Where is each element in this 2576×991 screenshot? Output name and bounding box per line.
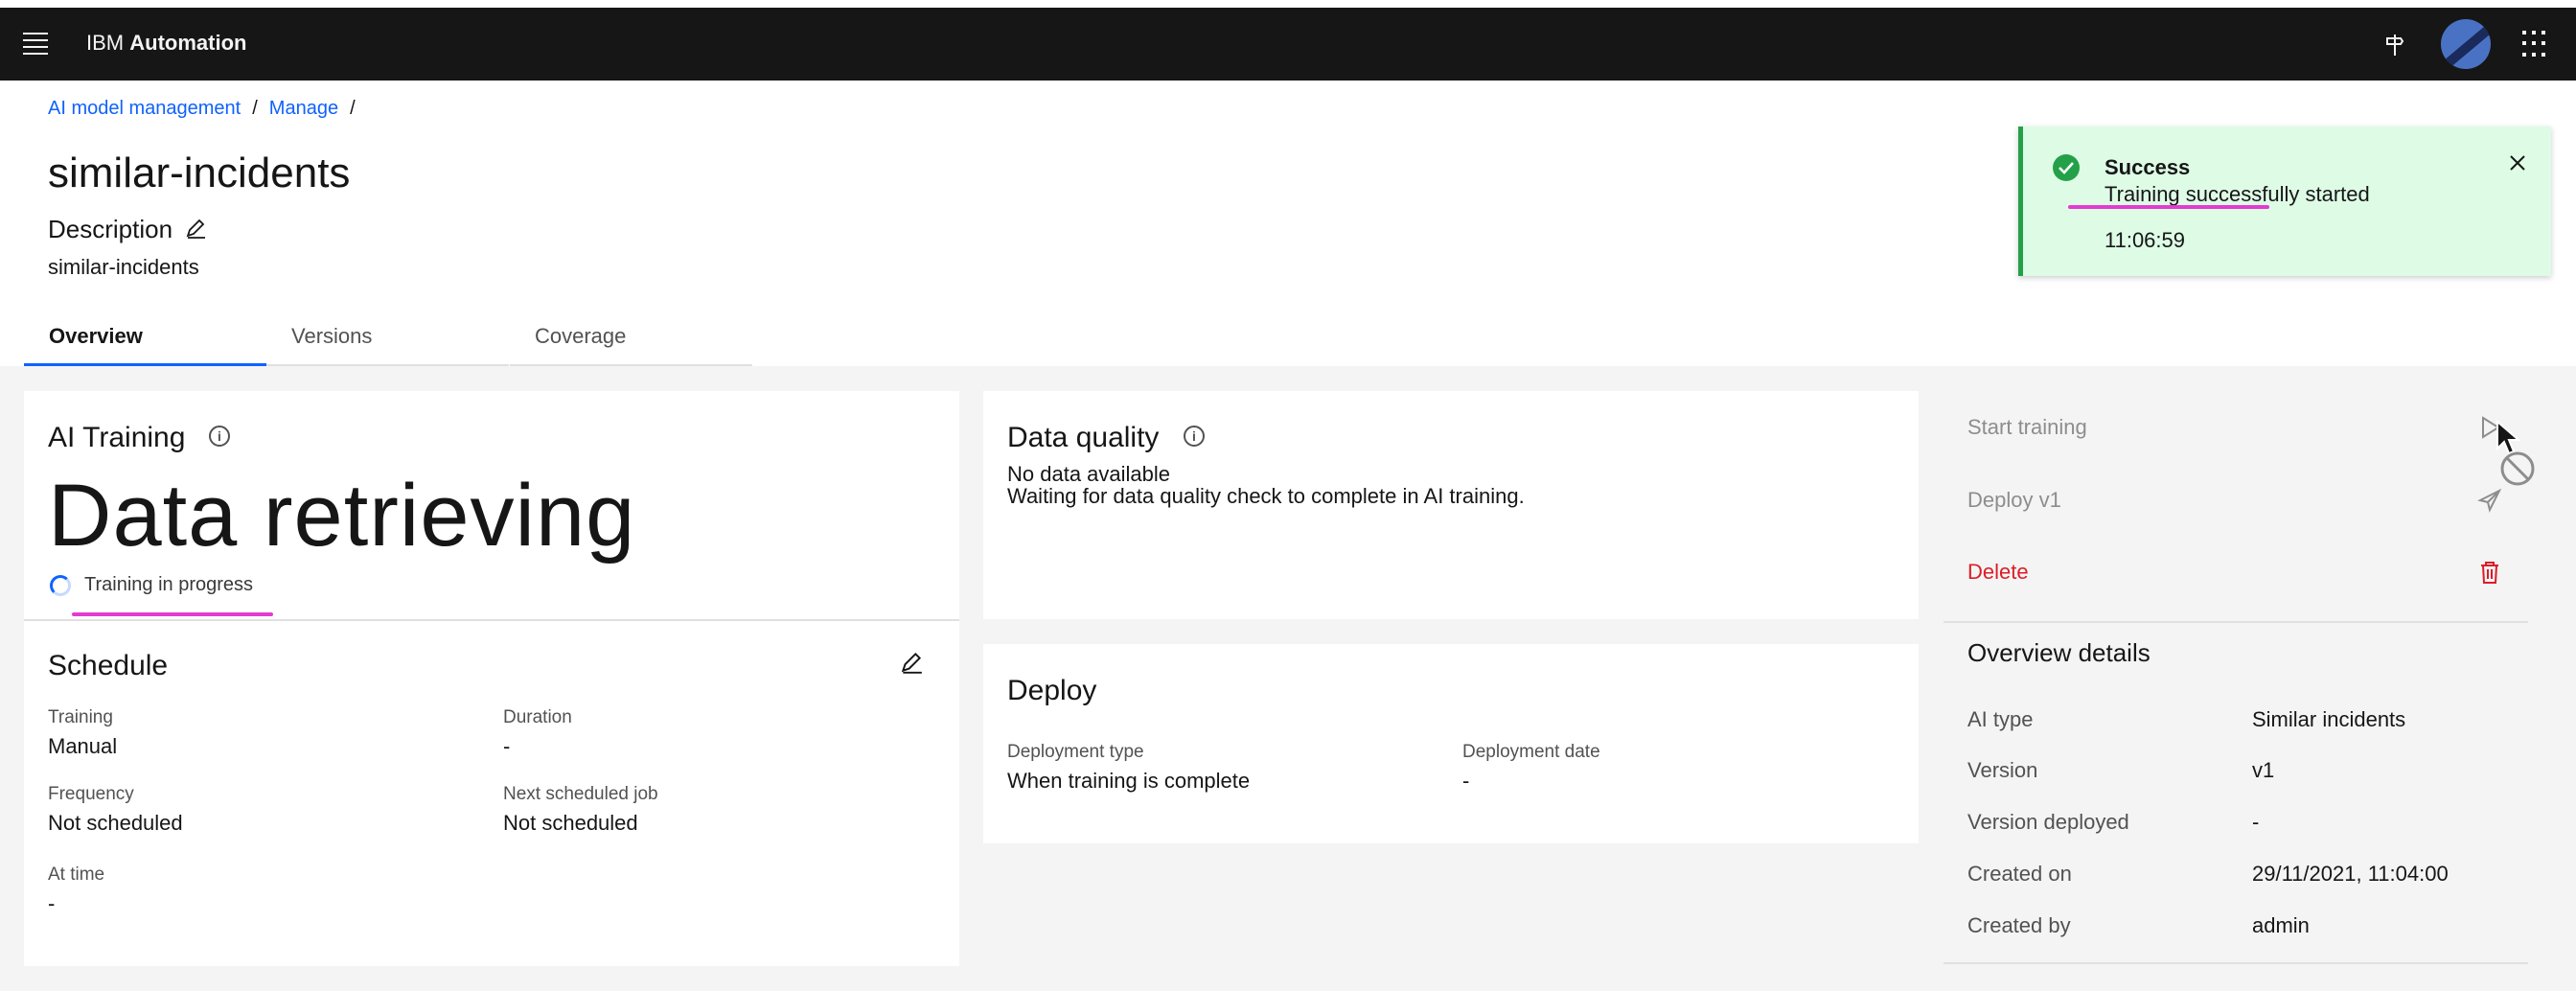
breadcrumb-separator: / — [350, 98, 356, 119]
schedule-duration-value: - — [503, 734, 511, 758]
deployment-date-label: Deployment date — [1462, 742, 1600, 762]
breadcrumb-separator: / — [252, 98, 258, 119]
schedule-training-value: Manual — [48, 734, 118, 758]
details-divider — [1944, 962, 2528, 964]
schedule-title: Schedule — [48, 650, 169, 681]
card-divider — [24, 619, 959, 621]
app-switcher-icon[interactable] — [2522, 31, 2549, 58]
toast-subtitle: Training successfully started — [2104, 182, 2370, 206]
loading-spinner-icon — [50, 575, 71, 596]
app-brand[interactable]: IBM Automation — [86, 31, 246, 56]
detail-created-on-value: 29/11/2021, 11:04:00 — [2252, 862, 2449, 886]
toast-title: Success — [2104, 155, 2191, 179]
info-icon[interactable]: i — [209, 426, 230, 447]
overview-details-title: Overview details — [1967, 638, 2150, 667]
breadcrumb: AI model management / Manage / — [48, 98, 367, 120]
detail-created-by-value: admin — [2252, 913, 2310, 937]
info-icon[interactable]: i — [1184, 426, 1205, 447]
brand-prefix: IBM — [86, 31, 125, 55]
user-avatar[interactable] — [2441, 19, 2491, 69]
hamburger-menu-icon[interactable] — [23, 33, 50, 56]
trash-icon — [2481, 562, 2498, 584]
schedule-at-time-value: - — [48, 891, 56, 915]
data-quality-message: Waiting for data quality check to comple… — [1007, 484, 1525, 508]
schedule-frequency-label: Frequency — [48, 784, 134, 804]
success-toast: Success Training successfully started 11… — [2018, 127, 2551, 276]
description-label: Description — [48, 215, 173, 243]
detail-created-by-label: Created by — [1967, 913, 2071, 937]
detail-version-deployed-label: Version deployed — [1967, 810, 2129, 834]
close-icon[interactable] — [2506, 151, 2529, 174]
checkmark-filled-icon — [2053, 154, 2080, 181]
training-progress-label: Training in progress — [84, 574, 254, 595]
top-navigation-bar: IBM Automation — [0, 8, 2576, 81]
tab-versions[interactable]: Versions — [266, 318, 509, 366]
schedule-at-time-label: At time — [48, 864, 105, 885]
toast-timestamp: 11:06:59 — [2104, 228, 2186, 252]
breadcrumb-link-ai-model-management[interactable]: AI model management — [48, 98, 241, 119]
detail-version-label: Version — [1967, 758, 2038, 782]
schedule-training-label: Training — [48, 707, 113, 727]
edit-schedule-icon[interactable] — [899, 650, 924, 675]
detail-ai-type-label: AI type — [1967, 707, 2034, 731]
detail-ai-type-value: Similar incidents — [2252, 707, 2406, 731]
schedule-next-job-value: Not scheduled — [503, 811, 638, 835]
highlight-underline — [72, 612, 273, 616]
not-allowed-icon — [2500, 451, 2535, 486]
tab-list: Overview Versions Coverage — [24, 318, 752, 366]
delete-button[interactable]: Delete — [1967, 560, 2029, 585]
brand-name: Automation — [129, 31, 247, 55]
deployment-type-label: Deployment type — [1007, 742, 1144, 762]
actions-divider — [1944, 621, 2528, 623]
schedule-frequency-value: Not scheduled — [48, 811, 183, 835]
send-icon — [2477, 488, 2502, 513]
deploy-v1-button[interactable]: Deploy v1 — [1967, 488, 2061, 513]
ai-training-title: AI Training — [48, 422, 186, 453]
deployment-date-value: - — [1462, 769, 1470, 793]
training-status: Data retrieving — [48, 467, 636, 565]
description-value: similar-incidents — [48, 255, 199, 279]
detail-created-on-label: Created on — [1967, 862, 2072, 886]
highlight-underline — [2068, 205, 2269, 209]
deploy-title: Deploy — [1007, 675, 1097, 706]
tab-coverage[interactable]: Coverage — [510, 318, 752, 366]
page-title: similar-incidents — [48, 150, 351, 196]
schedule-duration-label: Duration — [503, 707, 572, 727]
breadcrumb-link-manage[interactable]: Manage — [269, 98, 338, 119]
detail-version-deployed-value: - — [2252, 810, 2260, 834]
edit-description-icon[interactable] — [184, 217, 207, 240]
schedule-next-job-label: Next scheduled job — [503, 784, 658, 804]
pin-icon[interactable] — [2380, 29, 2410, 59]
start-training-button[interactable]: Start training — [1967, 415, 2087, 440]
deployment-type-value: When training is complete — [1007, 769, 1251, 793]
data-quality-title: Data quality — [1007, 422, 1160, 453]
tab-overview[interactable]: Overview — [24, 318, 266, 366]
detail-version-value: v1 — [2252, 758, 2275, 782]
